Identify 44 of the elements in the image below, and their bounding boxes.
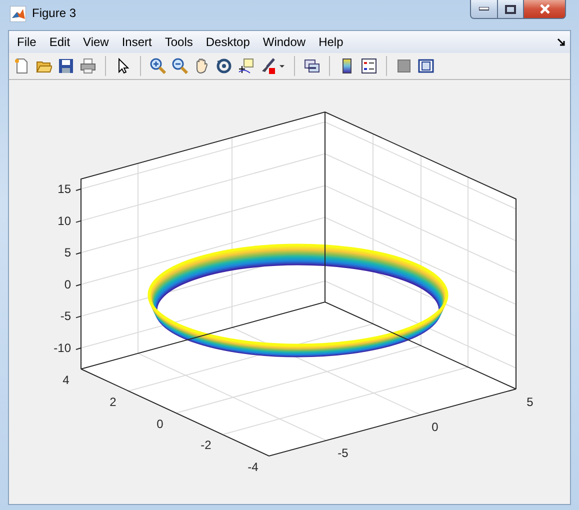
menu-item[interactable]: File bbox=[11, 33, 42, 51]
menu-item[interactable]: Tools bbox=[158, 33, 199, 51]
link-icon[interactable] bbox=[304, 58, 320, 74]
tick-label: 0 bbox=[156, 417, 164, 431]
zoom-in-icon[interactable] bbox=[150, 58, 166, 74]
menu-item[interactable]: Desktop bbox=[200, 33, 256, 51]
logo-icon bbox=[10, 6, 26, 22]
printer-icon[interactable] bbox=[80, 58, 96, 74]
zoom-out-icon[interactable] bbox=[172, 58, 188, 74]
brush-icon[interactable] bbox=[260, 58, 276, 74]
hand-icon[interactable] bbox=[194, 58, 210, 74]
tick-label: 0 bbox=[64, 277, 71, 292]
tick-label: 5 bbox=[64, 246, 71, 260]
tick-label: 5 bbox=[526, 395, 534, 409]
restore-button[interactable] bbox=[498, 0, 524, 19]
rotate-icon[interactable] bbox=[216, 58, 232, 74]
tick-label: -5 bbox=[60, 309, 71, 324]
frame-icon[interactable] bbox=[418, 58, 434, 74]
window-title: Figure 3 bbox=[32, 6, 76, 20]
close-button[interactable] bbox=[524, 0, 566, 19]
tick-label: -5 bbox=[338, 446, 348, 460]
tick-label: -4 bbox=[248, 460, 258, 474]
arrow-icon[interactable] bbox=[557, 38, 566, 46]
menu-item[interactable]: Help bbox=[312, 33, 350, 51]
tick-label: -10 bbox=[54, 341, 71, 355]
menu-item[interactable]: Edit bbox=[43, 33, 76, 51]
menu-item[interactable]: View bbox=[77, 33, 115, 51]
new-file-icon[interactable] bbox=[14, 58, 30, 74]
menu-item[interactable]: Window bbox=[256, 33, 312, 51]
legend-icon[interactable] bbox=[361, 58, 377, 74]
menu-item[interactable]: Insert bbox=[116, 33, 158, 51]
tick-label: 4 bbox=[62, 373, 70, 387]
tick-label: 0 bbox=[432, 420, 438, 434]
save-icon[interactable] bbox=[58, 58, 74, 74]
square-icon[interactable] bbox=[396, 58, 412, 74]
restore-icon bbox=[505, 4, 516, 14]
tick-label: 2 bbox=[110, 395, 116, 409]
minimize-button[interactable] bbox=[470, 0, 498, 19]
minimize-icon bbox=[479, 7, 489, 11]
close-icon bbox=[538, 4, 550, 14]
tick-label: -2 bbox=[200, 438, 212, 452]
tick-label: 10 bbox=[58, 214, 71, 228]
tick-label: 15 bbox=[58, 182, 71, 196]
data-cursor-icon[interactable] bbox=[238, 58, 254, 74]
